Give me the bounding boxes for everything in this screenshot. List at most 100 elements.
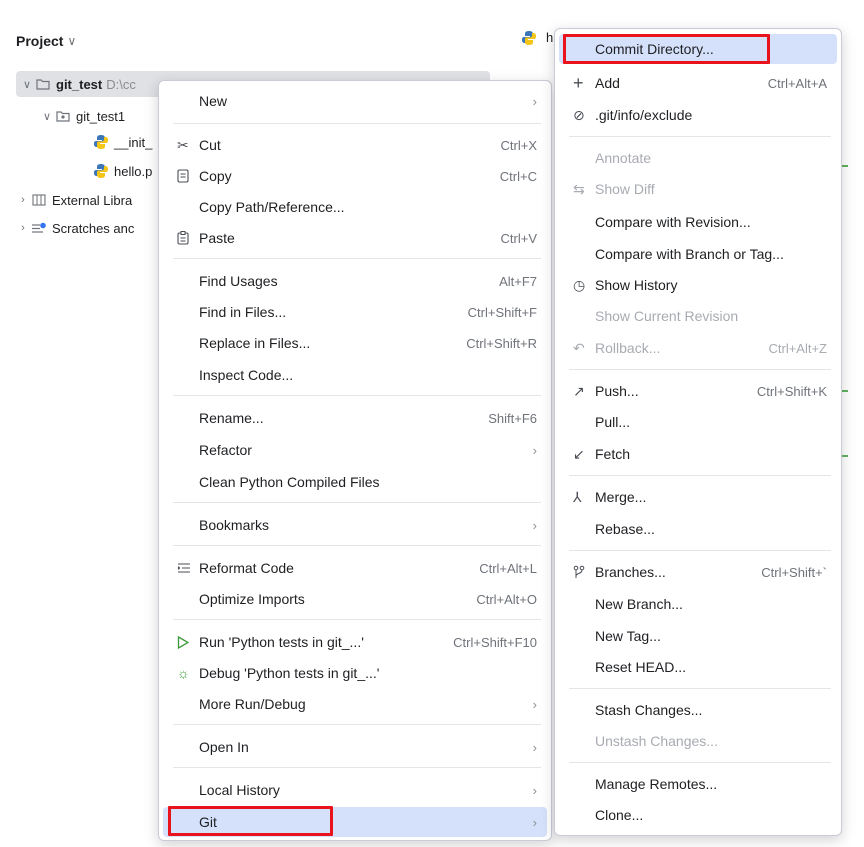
tree-item-external-libraries[interactable]: › External Libra	[16, 187, 132, 213]
menu-item-find-usages[interactable]: Find Usages Alt+F7	[163, 266, 547, 296]
git-submenu: Commit Directory... + Add Ctrl+Alt+A ⊘ .git…	[554, 28, 842, 836]
tree-item-label: git_test	[56, 76, 103, 92]
menu-item-paste[interactable]: Paste Ctrl+V	[163, 223, 547, 253]
fetch-icon: ↙	[573, 445, 585, 462]
tree-item-init[interactable]: __init_	[92, 129, 152, 155]
menu-item-branches[interactable]: Branches... Ctrl+Shift+`	[559, 557, 837, 587]
menu-item-rename[interactable]: Rename... Shift+F6	[163, 403, 547, 433]
menu-item-rollback[interactable]: ↶ Rollback... Ctrl+Alt+Z	[559, 333, 837, 363]
menu-item-add[interactable]: + Add Ctrl+Alt+A	[559, 68, 837, 98]
menu-item-show-history[interactable]: ◷ Show History	[559, 270, 837, 300]
chevron-right-icon: ›	[532, 442, 537, 458]
debug-icon: ☼	[177, 665, 190, 681]
menu-item-more-run-debug[interactable]: More Run/Debug ›	[163, 689, 547, 719]
menu-item-commit-directory[interactable]: Commit Directory...	[559, 34, 837, 64]
menu-item-replace-in-files[interactable]: Replace in Files... Ctrl+Shift+R	[163, 328, 547, 358]
chevron-right-icon: ›	[532, 814, 537, 830]
python-file-icon	[92, 135, 110, 149]
menu-separator	[173, 395, 541, 396]
menu-separator	[173, 502, 541, 503]
menu-separator	[173, 545, 541, 546]
menu-separator	[569, 550, 831, 551]
menu-item-find-in-files[interactable]: Find in Files... Ctrl+Shift+F	[163, 297, 547, 327]
menu-item-bookmarks[interactable]: Bookmarks ›	[163, 510, 547, 540]
tree-item-hello[interactable]: hello.p	[92, 158, 152, 184]
menu-item-clean-python[interactable]: Clean Python Compiled Files	[163, 467, 547, 497]
tree-item-scratches[interactable]: › Scratches anc	[16, 215, 134, 241]
chevron-right-icon: ›	[532, 782, 537, 798]
menu-item-merge[interactable]: ⅄ Merge...	[559, 482, 837, 512]
history-icon: ◷	[573, 276, 586, 293]
library-icon	[30, 193, 48, 207]
menu-separator	[173, 123, 541, 124]
menu-item-show-diff[interactable]: ⇆ Show Diff	[559, 174, 837, 204]
menu-item-new-branch[interactable]: New Branch...	[559, 589, 837, 619]
expand-arrow-icon[interactable]: ∨	[20, 78, 34, 91]
expand-arrow-icon[interactable]: ›	[16, 222, 30, 234]
menu-item-pull[interactable]: Pull...	[559, 407, 837, 437]
expand-arrow-icon[interactable]: ∨	[40, 110, 54, 123]
copy-icon	[177, 169, 199, 183]
chevron-right-icon: ›	[532, 739, 537, 755]
menu-item-debug-tests[interactable]: ☼ Debug 'Python tests in git_...'	[163, 658, 547, 688]
diff-icon: ⇆	[573, 180, 585, 197]
menu-item-optimize-imports[interactable]: Optimize Imports Ctrl+Alt+O	[163, 584, 547, 614]
context-menu: New › ✂ Cut Ctrl+X Copy Ctrl+C Copy Path/Ref…	[158, 80, 552, 841]
scissors-icon: ✂	[177, 136, 189, 153]
menu-item-stash[interactable]: Stash Changes...	[559, 695, 837, 725]
gutter-change-marker	[842, 390, 848, 392]
menu-item-show-current-revision[interactable]: Show Current Revision	[559, 301, 837, 331]
push-icon: ↗	[573, 382, 585, 399]
menu-item-reformat-code[interactable]: Reformat Code Ctrl+Alt+L	[163, 553, 547, 583]
menu-separator	[173, 258, 541, 259]
tree-item-label: __init_	[114, 134, 153, 150]
menu-item-rebase[interactable]: Rebase...	[559, 514, 837, 544]
chevron-down-icon[interactable]: ∨	[67, 34, 76, 48]
expand-arrow-icon[interactable]: ›	[16, 194, 30, 206]
run-icon	[177, 635, 199, 649]
menu-separator	[569, 688, 831, 689]
tree-item-label: git_test1	[76, 108, 126, 124]
menu-item-cut[interactable]: ✂ Cut Ctrl+X	[163, 130, 547, 160]
menu-item-open-in[interactable]: Open In ›	[163, 732, 547, 762]
gutter-change-marker	[842, 165, 848, 167]
package-folder-icon	[54, 109, 72, 123]
plus-icon: +	[573, 72, 584, 93]
menu-item-copy[interactable]: Copy Ctrl+C	[163, 161, 547, 191]
editor-tab[interactable]: h	[520, 30, 553, 45]
menu-separator	[173, 724, 541, 725]
tree-item-git-test1[interactable]: ∨ git_test1	[40, 103, 125, 129]
menu-item-fetch[interactable]: ↙ Fetch	[559, 439, 837, 469]
project-title-label: Project	[16, 33, 64, 49]
menu-item-local-history[interactable]: Local History ›	[163, 775, 547, 805]
menu-item-compare-revision[interactable]: Compare with Revision...	[559, 207, 837, 237]
menu-item-annotate[interactable]: Annotate	[559, 143, 837, 173]
reformat-icon	[177, 562, 199, 574]
python-file-icon	[520, 30, 538, 45]
menu-separator	[569, 369, 831, 370]
folder-icon	[34, 77, 52, 91]
tree-item-label: hello.p	[114, 163, 153, 179]
menu-item-compare-branch[interactable]: Compare with Branch or Tag...	[559, 239, 837, 269]
editor-tab-label: h	[546, 30, 554, 45]
menu-separator	[569, 136, 831, 137]
menu-separator	[173, 767, 541, 768]
menu-item-copy-path[interactable]: Copy Path/Reference...	[163, 192, 547, 222]
menu-item-git-exclude[interactable]: ⊘ .git/info/exclude	[559, 100, 837, 130]
gutter-change-marker	[842, 455, 848, 457]
project-panel-title[interactable]: Project ∨	[16, 30, 76, 52]
menu-item-new-tag[interactable]: New Tag...	[559, 621, 837, 651]
menu-item-reset-head[interactable]: Reset HEAD...	[559, 652, 837, 682]
menu-item-inspect-code[interactable]: Inspect Code...	[163, 360, 547, 390]
merge-icon: ⅄	[573, 488, 582, 505]
menu-item-unstash[interactable]: Unstash Changes...	[559, 726, 837, 756]
menu-item-new[interactable]: New ›	[163, 86, 547, 116]
menu-item-push[interactable]: ↗ Push... Ctrl+Shift+K	[559, 376, 837, 406]
menu-item-git[interactable]: Git ›	[163, 807, 547, 837]
menu-separator	[569, 762, 831, 763]
menu-separator	[173, 619, 541, 620]
menu-item-run-tests[interactable]: Run 'Python tests in git_...' Ctrl+Shift+…	[163, 627, 547, 657]
menu-item-refactor[interactable]: Refactor ›	[163, 435, 547, 465]
menu-item-manage-remotes[interactable]: Manage Remotes...	[559, 769, 837, 799]
menu-item-clone[interactable]: Clone...	[559, 800, 837, 830]
